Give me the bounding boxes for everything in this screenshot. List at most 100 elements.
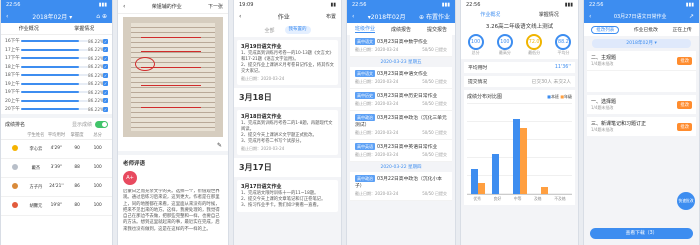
homework-item[interactable]: 高中语文 03月23日高中语文作业 截止日期：2020-03-24 50/50 已提交 (350, 67, 452, 89)
rank-medal-icon (5, 182, 26, 191)
homework-list: 3月19日语文作业 1、完成高到训练月考卷一的10-13题《文言文》和17-21题… (234, 40, 341, 212)
month-filter-label: 2018年02月 (626, 41, 653, 46)
distribution-card: 成绩分布对比图 ■本班 ■年级 优秀 良好 中等 及格 不及格 (464, 90, 575, 205)
progress-fill (21, 57, 79, 60)
mastery: 90 (74, 146, 80, 151)
homework-title-row: 高中政治 03月23日高中政治（沉化三单元测试） (355, 114, 447, 129)
tab-grading-list[interactable]: 批改列表 (591, 25, 620, 34)
question-item[interactable]: 一、选择题 1/4题未批改 批改 (587, 95, 696, 114)
bar-年级-2 (519, 128, 527, 194)
avg-time-label: 平均用时 (468, 66, 488, 71)
score-ring-label: 总分 (471, 50, 480, 55)
show-score-toggle[interactable] (95, 120, 108, 128)
homework-meta: 截止日期：2020-03-24 50/50 已提交 (355, 100, 447, 107)
subject-tag: 高中语文 (355, 38, 375, 45)
back-icon[interactable]: ‹ (6, 13, 8, 20)
header: 22:56 ▮▮▮ ‹ 2018年02月 ▾ ⌂ ⊕ (1, 0, 112, 23)
avg-time: 19'8'' (50, 203, 63, 208)
grade-button[interactable]: 批改 (677, 56, 692, 65)
tab-score-report[interactable]: 成绩报告 (391, 26, 411, 33)
next-button[interactable]: 下一张 (208, 3, 223, 10)
back-icon[interactable]: ‹ (239, 13, 241, 20)
tab-mastery[interactable]: 掌握情况 (74, 25, 94, 32)
homework-item[interactable]: 高中政治 03月22日高中政治（沉化小本子） 截止日期：2020-03-24 50/5… (350, 172, 452, 201)
score-ring: 100 (467, 34, 484, 50)
homework-card[interactable]: 3月19日语文作业 1、完成高到训练月考卷一的10-13题《文言文》和17-21题… (237, 40, 338, 85)
share-icon[interactable]: ↗ (689, 13, 694, 20)
assign-homework-button[interactable]: ⊕ 布置作业 (419, 12, 450, 21)
check-icon[interactable]: ✓ (103, 106, 108, 112)
phone-screen-test-report: 22:56 ▮▮▮ 作业概况 掌握情况 3.26高二年级语文线上测试 100 总分 1… (460, 0, 579, 245)
month-label: 2018年02月 (32, 13, 68, 21)
phone-screen-homework-list: 19:09 ▮▮ ‹ 作业 布置 全部 我布置的 3月19日语文作业 1、完成高到训… (233, 0, 342, 245)
homework-item[interactable]: 高中政治 03月23日高中政治（沉化三单元测试） 截止日期：2020-03-24 50… (350, 111, 452, 140)
submit-row[interactable]: 提交情况 已交30人 未交2人 (464, 76, 575, 87)
progress-fill (21, 108, 79, 111)
check-icon[interactable]: ✓ (103, 38, 108, 44)
homework-title-row: 高中历史 03月23日高中历史日常作业 (355, 92, 447, 100)
status-time: 19:09 (239, 1, 254, 8)
month-filter[interactable]: 2018年02月 ▾ (592, 39, 691, 48)
medal-icon (12, 182, 19, 189)
share-icon[interactable]: ⌂ (96, 13, 100, 20)
homework-meta: 截止日期：2020-03-24 50/50 已提交 (355, 151, 447, 158)
tab-graded[interactable]: 作业已批改 (634, 26, 658, 33)
month-picker[interactable]: ▾2018年02月 (368, 12, 406, 21)
progress-track (21, 108, 88, 111)
tab-submit-report[interactable]: 提交报告 (427, 26, 447, 33)
check-icon[interactable]: ✓ (103, 81, 108, 87)
month-label: 2018年02月 (370, 13, 406, 21)
submit-count: 50/50 已提交 (422, 79, 447, 84)
edit-icon[interactable]: ✎ (217, 142, 222, 149)
assign-button[interactable]: 布置 (326, 13, 336, 20)
total-score: 100 (93, 203, 102, 208)
subject-tag: 高中历史 (355, 92, 375, 99)
check-icon[interactable]: ✓ (103, 64, 108, 70)
homework-card[interactable]: 3月18日语文作业 1、完成高到训练月考卷二的1-8题，再题现代文阅读。 2、提交今… (237, 110, 338, 155)
tab-uploading[interactable]: 正在上传 (672, 26, 691, 33)
question-info: 三、新课笔记和习题订正 1/4题未批改 (591, 120, 646, 133)
nav-bar: ‹ 03月27日语文日常作业 ↗ (584, 9, 699, 23)
chart-bars (467, 103, 572, 194)
check-icon[interactable]: ✓ (103, 55, 108, 61)
question-item[interactable]: 三、新课笔记和习题订正 1/4题未批改 批改 (587, 117, 696, 136)
back-icon[interactable]: ‹ (123, 3, 125, 10)
status-time: 22:56 (589, 1, 604, 8)
progress-value: 86.22% (88, 38, 104, 44)
tab-class-homework[interactable]: 班级作业 (354, 25, 375, 33)
mastery: 80 (74, 203, 80, 208)
subject-tag: 高中政治 (355, 114, 375, 121)
status-bar: 22:56 ▮▮▮ (1, 0, 112, 9)
progress-label: 18上午 (5, 64, 20, 70)
back-icon[interactable]: ‹ (589, 13, 591, 20)
homework-line: 3、按习作业手卡。我们如少要看一直看。 (241, 203, 322, 208)
grade-badge: A+ (123, 171, 137, 185)
homework-card[interactable]: 3月17日语文作业 1、完成语文限时训练十一的11~18题。 2、提交今天上课的文章… (237, 180, 338, 212)
progress-label: 20上午 (5, 98, 20, 104)
question-item[interactable]: 二、主观题 1/4题未批改 批改 (587, 51, 696, 70)
tab-overview[interactable]: 作业概况 (19, 25, 39, 32)
check-icon[interactable]: ✓ (103, 98, 108, 104)
check-icon[interactable]: ✓ (103, 89, 108, 95)
homework-item[interactable]: 高中历史 03月23日高中历史日常作业 截止日期：2020-03-24 50/50 已… (350, 89, 452, 111)
status-time: 22:56 (352, 1, 367, 8)
check-icon[interactable]: ✓ (103, 72, 108, 78)
tab-overview[interactable]: 作业概况 (480, 11, 500, 18)
quick-grade-fab[interactable]: 快速批改 (677, 192, 695, 210)
subject-tag: 高中英语 (355, 143, 375, 150)
tab-all[interactable]: 全部 (264, 27, 274, 34)
grade-button[interactable]: 批改 (677, 100, 692, 109)
month-picker[interactable]: 2018年02月 ▾ (32, 12, 72, 21)
essay-photo[interactable] (123, 17, 223, 137)
download-button[interactable]: 查看下载（3） (590, 228, 693, 239)
check-icon[interactable]: ✓ (103, 47, 108, 53)
tab-mine[interactable]: 我布置的 (284, 26, 311, 34)
add-icon[interactable]: ⊕ (102, 13, 107, 20)
score-ring-item: 100 总分 (467, 34, 484, 56)
homework-item[interactable]: 高中英语 03月23日高中英语日常作业 截止日期：2020-03-24 50/50 已… (350, 140, 452, 162)
medal-icon (12, 201, 19, 208)
back-icon[interactable]: ‹ (352, 13, 354, 20)
grade-button[interactable]: 批改 (677, 122, 692, 131)
tab-mastery[interactable]: 掌握情况 (539, 11, 559, 18)
homework-item[interactable]: 高中语文 03月23日高中数学作业 截止日期：2020-03-24 50/50 已提交 (350, 35, 452, 57)
